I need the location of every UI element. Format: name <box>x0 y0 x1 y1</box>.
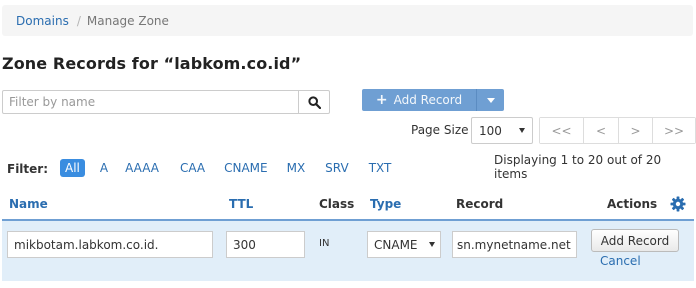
chevron-down-icon <box>519 128 525 133</box>
filter-tab-mx[interactable]: MX <box>287 161 306 175</box>
type-filter-tabs: All A AAAA CAA CNAME MX SRV TXT <box>60 159 391 177</box>
filter-tab-caa[interactable]: CAA <box>180 161 205 175</box>
page-size-select[interactable]: 100 <box>471 117 533 144</box>
display-info: Displaying 1 to 20 out of 20 items <box>494 153 662 181</box>
column-header-name[interactable]: Name <box>9 197 48 211</box>
column-header-type[interactable]: Type <box>370 197 401 211</box>
column-header-actions: Actions <box>607 197 658 211</box>
breadcrumb: Domains / Manage Zone <box>2 5 693 36</box>
search-button[interactable] <box>298 90 330 114</box>
page-size-label: Page Size <box>411 123 469 137</box>
type-filter-label: Filter: <box>7 162 49 176</box>
page-title: Zone Records for “labkom.co.id” <box>2 54 302 73</box>
record-value-field[interactable]: sn.mynetname.net <box>452 231 577 258</box>
page-size-value: 100 <box>479 123 502 138</box>
plus-icon: + <box>375 92 388 108</box>
search-icon <box>307 95 321 109</box>
add-record-dropdown-toggle[interactable] <box>476 89 504 111</box>
record-type-value: CNAME <box>374 237 418 252</box>
add-record-submit-button[interactable]: Add Record <box>591 229 679 252</box>
filter-tab-txt[interactable]: TXT <box>369 161 392 175</box>
pagination: << < > >> <box>539 117 696 144</box>
next-page-button[interactable]: > <box>619 118 653 143</box>
prev-page-button[interactable]: < <box>584 118 619 143</box>
record-name-field[interactable]: mikbotam.labkom.co.id. <box>7 231 213 258</box>
filter-tab-a[interactable]: A <box>100 161 108 175</box>
add-record-button[interactable]: + Add Record <box>362 89 476 111</box>
record-type-select[interactable]: CNAME <box>367 231 441 258</box>
filter-tab-srv[interactable]: SRV <box>325 161 349 175</box>
last-page-button[interactable]: >> <box>653 118 695 143</box>
record-class-value: IN <box>319 238 330 249</box>
first-page-button[interactable]: << <box>540 118 584 143</box>
gear-icon[interactable] <box>670 196 686 212</box>
filter-tab-all[interactable]: All <box>60 159 85 177</box>
breadcrumb-domains-link[interactable]: Domains <box>16 14 69 28</box>
column-header-ttl[interactable]: TTL <box>229 197 253 211</box>
column-header-class: Class <box>319 197 355 211</box>
column-header-record: Record <box>456 197 504 211</box>
cancel-link[interactable]: Cancel <box>600 254 641 268</box>
breadcrumb-separator: / <box>76 13 81 28</box>
chevron-down-icon <box>429 242 435 247</box>
filter-tab-cname[interactable]: CNAME <box>224 161 268 175</box>
add-record-split-button: + Add Record <box>362 89 504 111</box>
add-record-label: Add Record <box>393 93 463 107</box>
record-ttl-field[interactable]: 300 <box>226 231 305 258</box>
breadcrumb-current: Manage Zone <box>86 13 169 28</box>
filter-tab-aaaa[interactable]: AAAA <box>125 161 159 175</box>
caret-down-icon <box>486 97 495 103</box>
filter-by-name-input[interactable] <box>2 90 299 114</box>
